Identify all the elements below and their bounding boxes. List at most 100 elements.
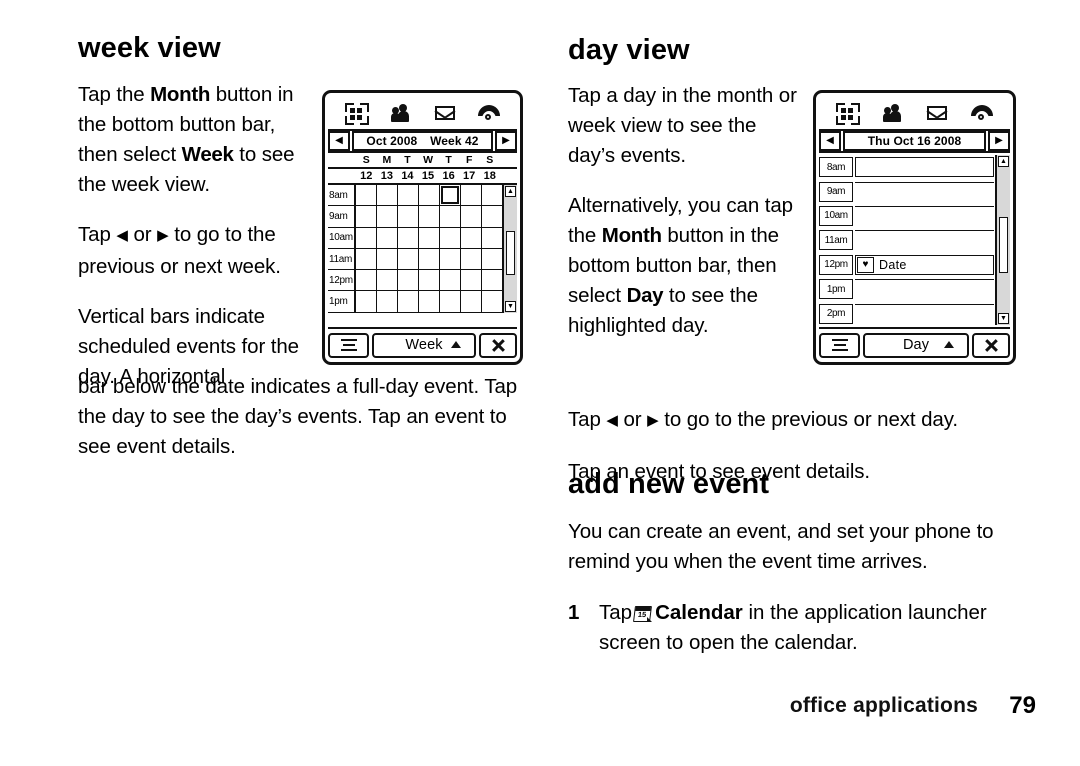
close-button[interactable] xyxy=(972,332,1010,358)
day-of-month-cell[interactable]: 17 xyxy=(459,169,480,183)
launcher-icon[interactable] xyxy=(833,101,861,125)
prev-week-button[interactable]: ◀ xyxy=(328,131,350,151)
time-cell[interactable] xyxy=(398,249,418,271)
call-icon[interactable] xyxy=(475,101,503,125)
day-agenda-row[interactable]: 10am xyxy=(819,204,994,228)
empty-slot[interactable] xyxy=(855,303,994,324)
message-icon[interactable] xyxy=(431,101,459,125)
time-cell[interactable] xyxy=(398,206,418,228)
time-cell[interactable] xyxy=(419,185,439,207)
week-grid-column[interactable] xyxy=(419,185,440,313)
time-cell[interactable] xyxy=(482,228,502,249)
time-cell[interactable] xyxy=(398,185,418,207)
day-scrollbar[interactable]: ▲ ▼ xyxy=(995,155,1010,325)
time-cell[interactable] xyxy=(461,228,481,249)
view-mode-button[interactable]: Week xyxy=(372,332,476,358)
day-of-month-cell[interactable]: 13 xyxy=(377,169,398,183)
time-cell[interactable] xyxy=(482,249,502,271)
next-day-button[interactable]: ▶ xyxy=(988,131,1010,151)
time-cell[interactable] xyxy=(356,228,376,249)
time-cell[interactable] xyxy=(461,291,481,313)
week-grid-column[interactable] xyxy=(398,185,419,313)
empty-slot[interactable] xyxy=(855,279,994,299)
day-agenda-row[interactable]: 1pm xyxy=(819,277,994,301)
menu-button[interactable] xyxy=(328,332,369,358)
time-cell[interactable] xyxy=(440,206,460,228)
time-cell[interactable] xyxy=(440,249,460,271)
time-cell[interactable] xyxy=(461,270,481,292)
week-grid-column[interactable] xyxy=(482,185,502,313)
scrollbar-thumb[interactable] xyxy=(999,217,1008,273)
time-cell[interactable] xyxy=(377,270,397,292)
scroll-down-icon[interactable]: ▼ xyxy=(505,301,516,312)
view-mode-label: Day xyxy=(902,337,930,353)
scroll-down-icon[interactable]: ▼ xyxy=(998,313,1009,324)
time-cell[interactable] xyxy=(482,270,502,292)
close-button[interactable] xyxy=(479,332,517,358)
time-cell[interactable] xyxy=(419,206,439,228)
day-of-month-cell[interactable]: 15 xyxy=(418,169,439,183)
empty-slot[interactable] xyxy=(855,230,994,250)
time-cell[interactable] xyxy=(419,270,439,292)
prev-day-button[interactable]: ◀ xyxy=(819,131,841,151)
week-grid-column[interactable] xyxy=(461,185,482,313)
event-entry[interactable]: ♥ Date xyxy=(855,254,994,275)
week-grid-columns[interactable] xyxy=(356,185,502,313)
call-icon[interactable] xyxy=(968,101,996,125)
time-cell[interactable] xyxy=(356,291,376,313)
day-agenda-row[interactable]: 11am xyxy=(819,228,994,252)
time-cell[interactable] xyxy=(440,270,460,292)
time-cell[interactable] xyxy=(482,206,502,228)
week-grid-column[interactable] xyxy=(440,185,461,313)
time-cell[interactable] xyxy=(461,185,481,207)
scrollbar-thumb[interactable] xyxy=(506,231,515,275)
launcher-icon[interactable] xyxy=(342,101,370,125)
time-cell[interactable] xyxy=(356,270,376,292)
time-cell[interactable] xyxy=(356,185,376,207)
time-cell[interactable] xyxy=(461,249,481,271)
empty-slot[interactable] xyxy=(855,157,994,178)
week-scrollbar[interactable]: ▲ ▼ xyxy=(502,185,517,313)
empty-slot[interactable] xyxy=(855,181,994,202)
dow-spacer xyxy=(328,153,356,167)
time-cell[interactable] xyxy=(440,291,460,313)
day-agenda-row[interactable]: 12pm ♥ Date xyxy=(819,253,994,277)
time-cell[interactable] xyxy=(419,291,439,313)
menu-button[interactable] xyxy=(819,332,860,358)
week-grid-column[interactable] xyxy=(356,185,377,313)
empty-slot[interactable] xyxy=(855,205,994,226)
time-cell[interactable] xyxy=(377,185,397,207)
day-of-month-cell[interactable]: 12 xyxy=(356,169,377,183)
time-label: 8am xyxy=(819,157,853,178)
scroll-up-icon[interactable]: ▲ xyxy=(505,186,516,197)
time-cell[interactable] xyxy=(356,249,376,271)
day-of-month-cell[interactable]: 16 xyxy=(438,169,459,183)
day-agenda-row[interactable]: 9am xyxy=(819,179,994,203)
time-cell[interactable] xyxy=(482,185,502,207)
time-cell[interactable] xyxy=(356,206,376,228)
day-of-month-cell[interactable]: 14 xyxy=(397,169,418,183)
day-agenda-row[interactable]: 2pm xyxy=(819,301,994,325)
week-grid-column[interactable] xyxy=(377,185,398,313)
next-week-button[interactable]: ▶ xyxy=(495,131,517,151)
time-cell[interactable] xyxy=(482,291,502,313)
contacts-icon[interactable] xyxy=(386,101,414,125)
time-cell[interactable] xyxy=(440,228,460,249)
time-cell[interactable] xyxy=(377,228,397,249)
day-of-month-cell[interactable]: 18 xyxy=(479,169,500,183)
time-cell[interactable] xyxy=(419,228,439,249)
time-cell[interactable] xyxy=(461,206,481,228)
time-cell[interactable] xyxy=(419,249,439,271)
message-icon[interactable] xyxy=(923,101,951,125)
time-cell[interactable] xyxy=(377,206,397,228)
day-agenda-row[interactable]: 8am xyxy=(819,155,994,179)
time-cell[interactable] xyxy=(398,270,418,292)
view-mode-button[interactable]: Day xyxy=(863,332,969,358)
time-cell[interactable] xyxy=(398,291,418,313)
contacts-icon[interactable] xyxy=(878,101,906,125)
time-cell[interactable] xyxy=(377,249,397,271)
time-cell[interactable] xyxy=(377,291,397,313)
selected-time-cell[interactable] xyxy=(440,185,460,207)
time-cell[interactable] xyxy=(398,228,418,249)
scroll-up-icon[interactable]: ▲ xyxy=(998,156,1009,167)
